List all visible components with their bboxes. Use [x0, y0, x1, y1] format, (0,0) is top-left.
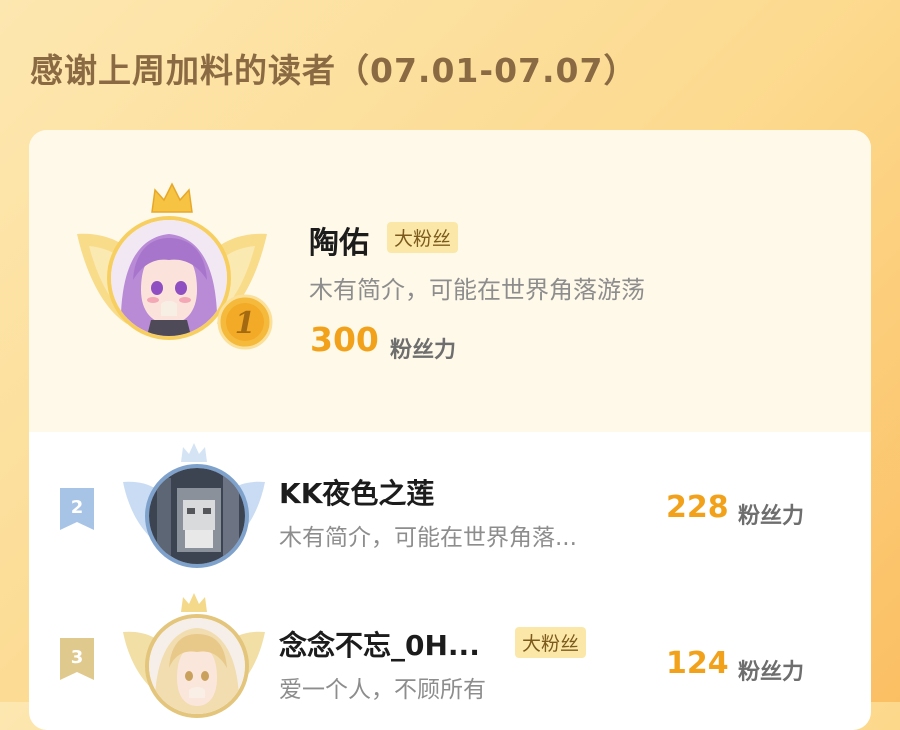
fan-power-score: 124 — [666, 646, 729, 681]
cat-avatar-image — [149, 468, 245, 564]
rank-number: 3 — [71, 647, 84, 668]
status-badge: 大粉丝 — [515, 627, 587, 658]
avatar[interactable] — [145, 464, 249, 568]
fan-power-score: 228 — [666, 490, 729, 525]
rank-2-ribbon-icon: 2 — [60, 488, 94, 530]
reader-name[interactable]: 念念不忘_0H... — [279, 624, 480, 664]
rank-3-avatar-frame — [121, 592, 267, 730]
anime-blonde-avatar-image — [149, 618, 245, 714]
avatar[interactable] — [107, 216, 231, 340]
rank-number: 1 — [235, 306, 256, 341]
fan-power-score: 300 — [310, 320, 379, 359]
reader-bio: 木有简介，可能在世界角落游荡 — [309, 276, 645, 304]
top-reader-panel[interactable]: 1 陶佑 大粉丝 木有简介，可能在世界角落游荡 300 粉丝力 — [29, 130, 871, 432]
reader-bio: 木有简介，可能在世界角落... — [279, 525, 577, 551]
rank-3-ribbon-icon: 3 — [60, 638, 94, 680]
reader-bio: 爱一个人，不顾所有 — [279, 677, 486, 703]
anime-girl-avatar-image — [111, 220, 227, 336]
bronze-crown-icon — [181, 593, 207, 612]
crown-icon — [151, 182, 193, 213]
fan-power-unit: 粉丝力 — [390, 338, 457, 363]
fan-power-unit: 粉丝力 — [738, 504, 805, 529]
avatar[interactable] — [145, 614, 249, 718]
list-item[interactable]: 2 KK夜色之莲 木有简介，可能在世界角落... 228 粉丝力 — [29, 432, 871, 582]
gold-medal-icon: 1 — [217, 294, 273, 350]
list-item[interactable]: 3 念念不忘_0H... 大粉丝 爱一个人，不顾所有 124 粉丝力 — [29, 582, 871, 730]
reader-name[interactable]: KK夜色之莲 — [279, 472, 434, 512]
page-title: 感谢上周加料的读者（07.01-07.07） — [30, 51, 638, 90]
reader-name[interactable]: 陶佑 — [309, 218, 369, 262]
leaderboard-card: 1 陶佑 大粉丝 木有简介，可能在世界角落游荡 300 粉丝力 2 KK夜色之莲… — [29, 130, 871, 730]
rank-number: 2 — [71, 497, 84, 518]
rank-2-avatar-frame — [121, 442, 267, 572]
fan-power-unit: 粉丝力 — [738, 660, 805, 685]
status-badge: 大粉丝 — [387, 222, 459, 253]
rank-1-avatar-frame: 1 — [69, 182, 275, 372]
silver-crown-icon — [181, 443, 207, 462]
